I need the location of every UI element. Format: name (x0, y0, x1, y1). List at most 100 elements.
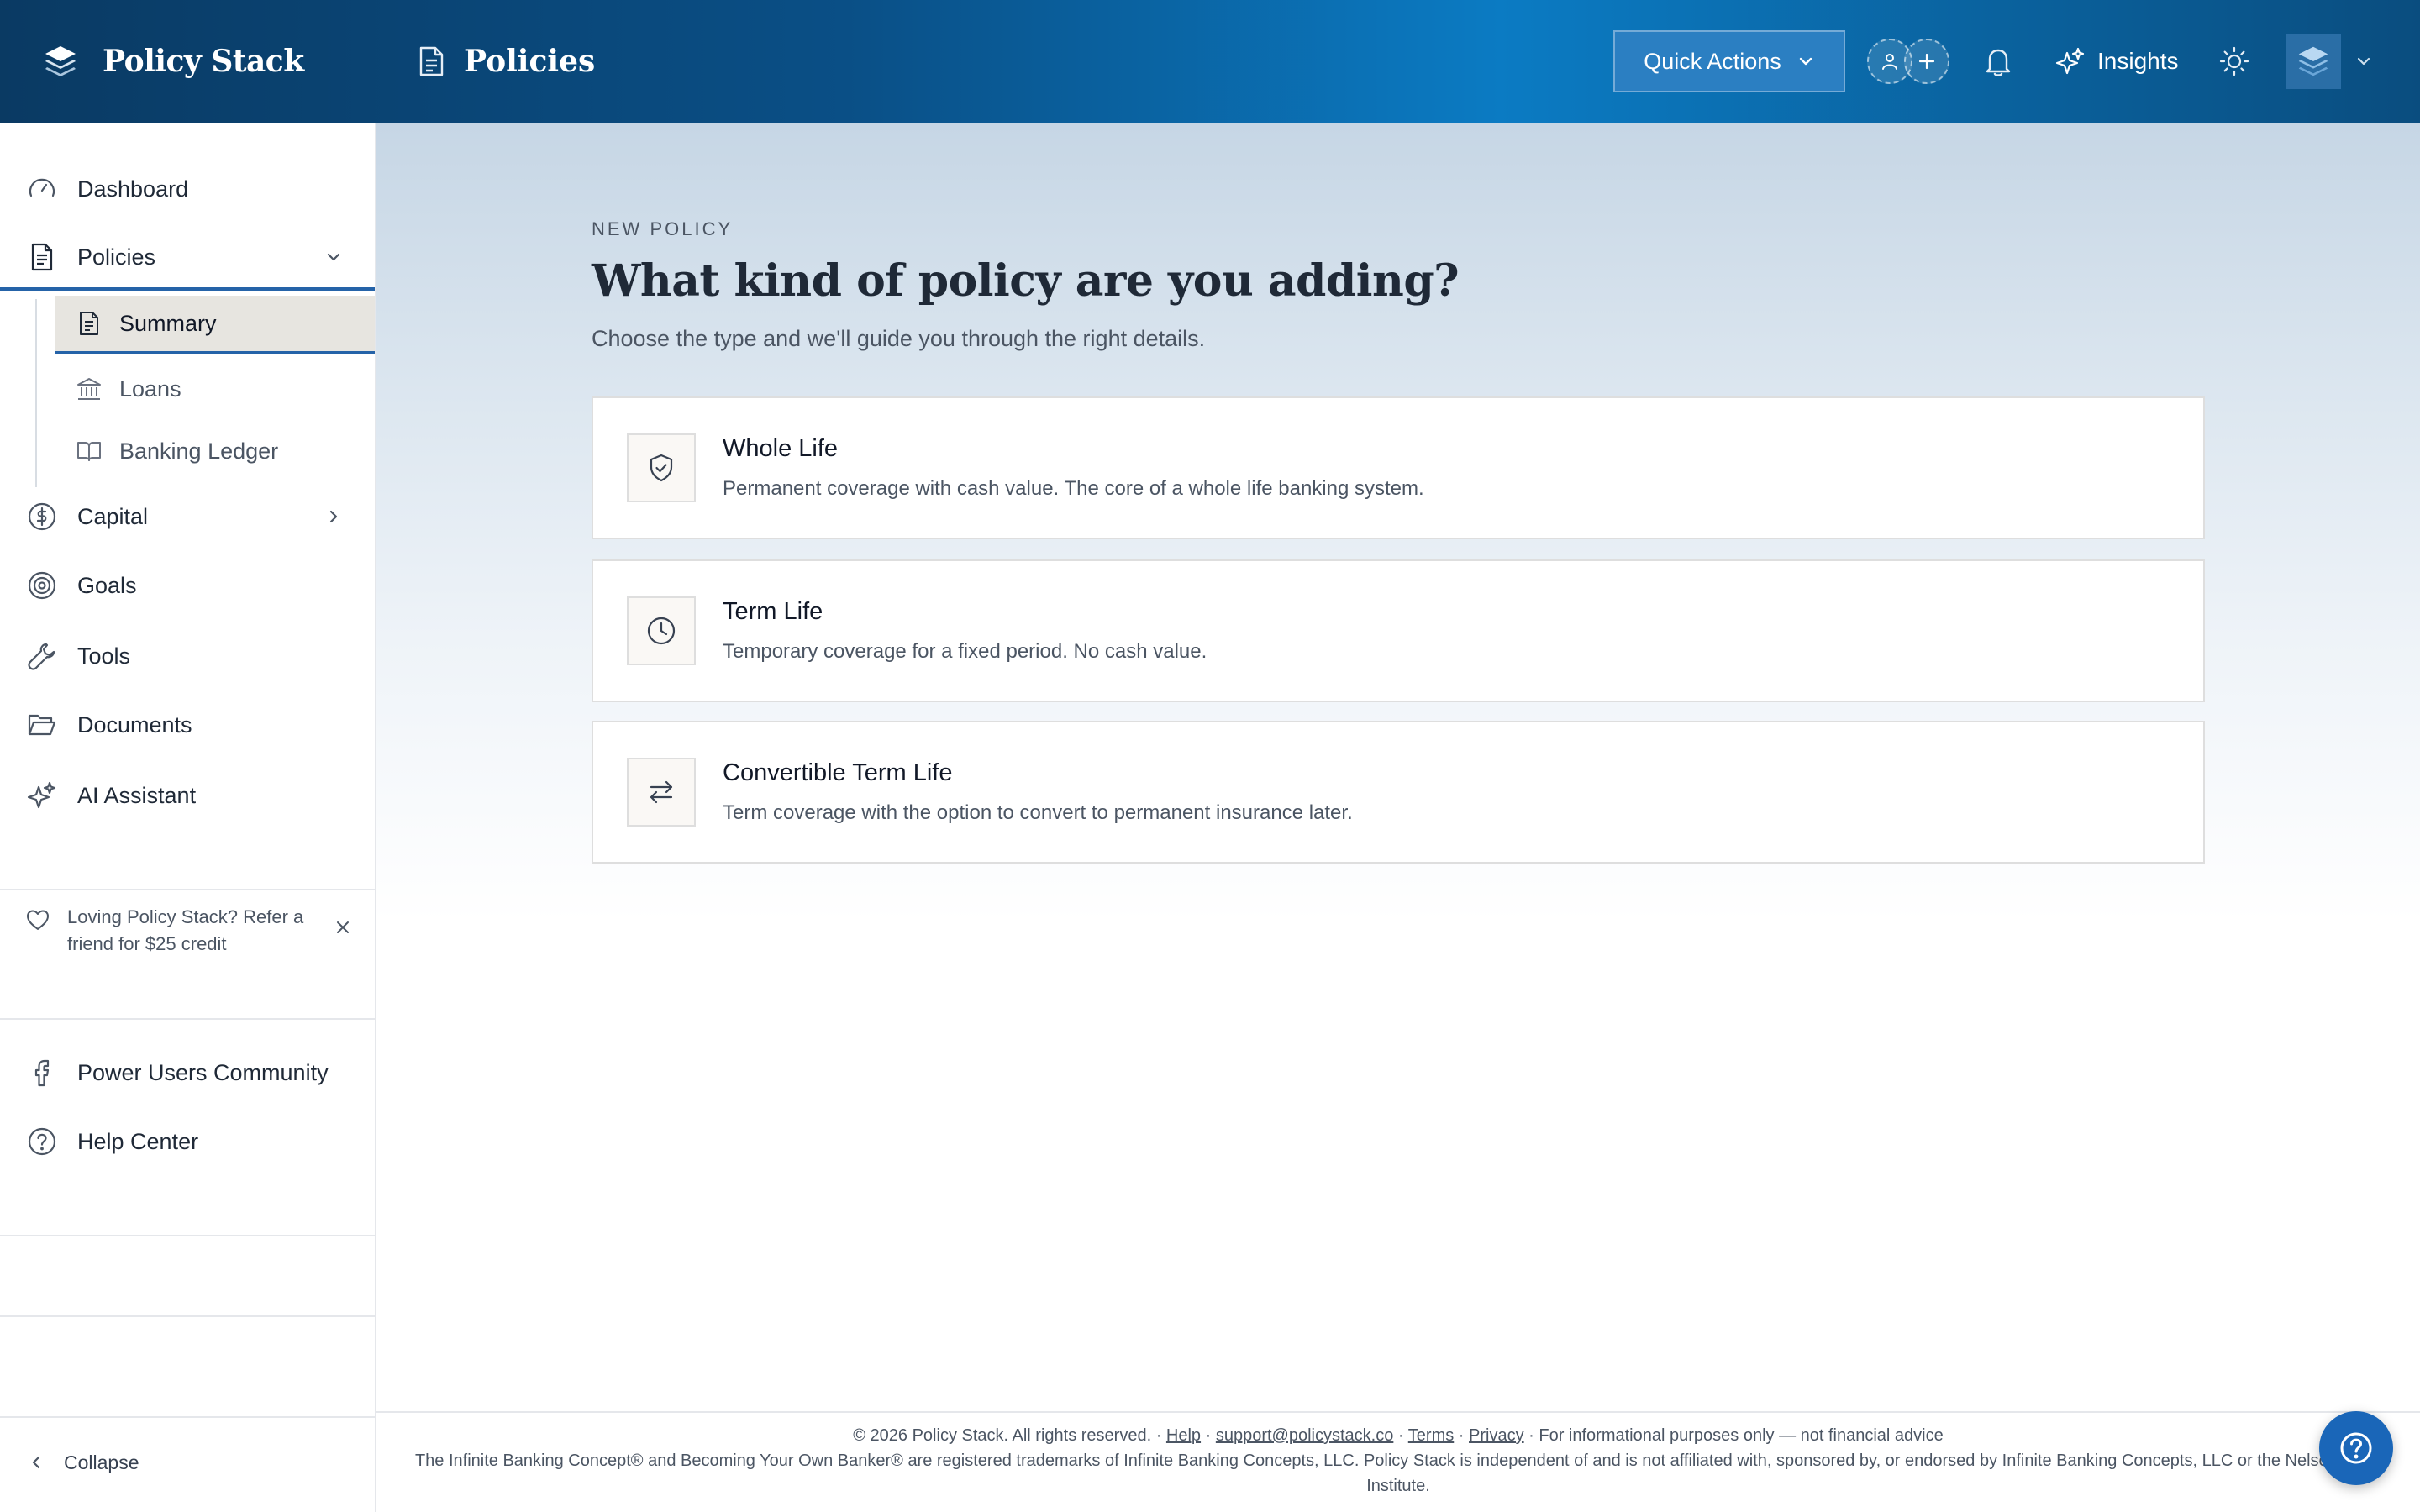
footer-copyright: © 2026 Policy Stack. All rights reserved… (853, 1426, 1162, 1445)
folder-open-icon (28, 714, 56, 736)
sidebar-item-help-center[interactable]: Help Center (0, 1112, 375, 1171)
document-icon (80, 312, 98, 335)
sidebar-item-label: Help Center (77, 1128, 199, 1154)
option-icon-box (627, 596, 696, 665)
sun-icon[interactable] (2218, 45, 2250, 77)
insights-button[interactable]: Insights (2055, 42, 2179, 81)
wrench-icon (28, 643, 55, 670)
invite-member-button[interactable] (1867, 39, 1949, 84)
footer-privacy-link[interactable]: Privacy (1469, 1426, 1524, 1445)
add-member-placeholder (1904, 39, 1949, 84)
sidebar-divider (0, 1416, 375, 1418)
option-title: Whole Life (723, 435, 839, 462)
sidebar-item-label: Capital (77, 503, 149, 529)
user-icon (1882, 54, 1897, 70)
option-description: Permanent coverage with cash value. The … (723, 477, 1424, 500)
sidebar-item-ai-assistant[interactable]: AI Assistant (0, 766, 375, 825)
sidebar-item-label: Dashboard (77, 176, 189, 202)
help-button[interactable] (2319, 1411, 2393, 1485)
brand[interactable]: Policy Stack (40, 37, 304, 86)
quick-actions-label: Quick Actions (1644, 48, 1781, 74)
sidebar-item-policies[interactable]: Policies (0, 227, 375, 291)
sidebar: Dashboard Policies Summary Loans Banking… (0, 123, 376, 1512)
gauge-icon (29, 178, 55, 197)
sidebar-divider (0, 1315, 375, 1317)
arrows-swap-icon (650, 780, 673, 804)
sidebar-item-capital[interactable]: Capital (0, 487, 375, 546)
chevron-down-icon (327, 253, 340, 261)
question-circle-icon (2340, 1432, 2372, 1464)
option-icon-box (627, 758, 696, 827)
sidebar-subitem-label: Banking Ledger (119, 438, 279, 464)
option-description: Temporary coverage for a fixed period. N… (723, 640, 1207, 663)
page-title: Policies (464, 44, 596, 79)
sidebar-item-label: Goals (77, 572, 137, 598)
referral-text: Loving Policy Stack? Refer a friend for … (67, 906, 304, 954)
footer-disclaimer: · For informational purposes only — not … (1528, 1426, 1944, 1445)
sidebar-item-label: Documents (77, 711, 192, 738)
policy-type-option-term-life[interactable]: Term Life Temporary coverage for a fixed… (592, 559, 2205, 702)
heart-icon (27, 910, 49, 930)
option-icon-box (627, 433, 696, 502)
sidebar-subitem-label: Loans (119, 375, 182, 402)
insights-label: Insights (2097, 48, 2179, 74)
sidebar-divider (0, 1235, 375, 1236)
footer-line-1: © 2026 Policy Stack. All rights reserved… (853, 1426, 1944, 1445)
footer-terms-link[interactable]: Terms (1408, 1426, 1454, 1445)
bank-icon (77, 378, 101, 400)
policy-type-option-whole-life[interactable]: Whole Life Permanent coverage with cash … (592, 396, 2205, 539)
close-icon[interactable] (333, 917, 353, 937)
footer: © 2026 Policy Stack. All rights reserved… (376, 1411, 2420, 1512)
bell-icon[interactable] (1983, 45, 2013, 77)
sidebar-subitem-loans[interactable]: Loans (55, 360, 375, 418)
sidebar-item-label: Policies (77, 244, 156, 270)
sidebar-divider (0, 1018, 375, 1020)
sidebar-subitem-label: Summary (119, 310, 217, 336)
footer-help-link[interactable]: Help (1166, 1426, 1201, 1445)
option-title: Term Life (723, 598, 823, 625)
collapse-label: Collapse (64, 1451, 139, 1473)
footer-email-link[interactable]: support@policystack.co (1216, 1426, 1394, 1445)
target-icon (28, 571, 56, 600)
sidebar-item-tools[interactable]: Tools (0, 627, 375, 685)
brand-name: Policy Stack (103, 44, 304, 79)
sidebar-item-power-users-community[interactable]: Power Users Community (0, 1043, 375, 1102)
top-bar: Policy Stack Policies Quick Actions Insi… (0, 0, 2420, 123)
referral-banner[interactable]: Loving Policy Stack? Refer a friend for … (25, 904, 353, 971)
document-icon (419, 46, 444, 76)
footer-trademark: The Infinite Banking Concept® and Becomi… (414, 1452, 2382, 1495)
main-content: NEW POLICY What kind of policy are you a… (376, 123, 2420, 1411)
account-menu[interactable] (2286, 34, 2373, 89)
sidebar-item-documents[interactable]: Documents (0, 696, 375, 754)
document-icon (31, 243, 53, 271)
clock-icon (647, 617, 676, 645)
chevron-down-icon (2357, 57, 2370, 66)
sidebar-divider (0, 889, 375, 890)
collapse-sidebar-button[interactable]: Collapse (27, 1441, 139, 1483)
quick-actions-button[interactable]: Quick Actions (1613, 30, 1845, 92)
sparkles-icon (2055, 47, 2085, 75)
chevron-left-icon (32, 1456, 40, 1469)
policy-stack-logo-icon (2298, 46, 2328, 76)
chevron-down-icon (1799, 57, 1812, 66)
book-open-icon (77, 442, 101, 461)
sidebar-subitem-banking-ledger[interactable]: Banking Ledger (55, 422, 375, 480)
option-title: Convertible Term Life (723, 759, 953, 786)
eyebrow-label: NEW POLICY (592, 218, 734, 239)
facebook-icon (34, 1059, 50, 1087)
option-description: Term coverage with the option to convert… (723, 801, 1353, 824)
avatar (2286, 34, 2341, 89)
sidebar-item-label: Tools (77, 643, 131, 669)
sidebar-item-label: Power Users Community (77, 1059, 329, 1085)
policy-stack-logo-icon (45, 46, 76, 76)
sidebar-subitem-summary[interactable]: Summary (55, 296, 375, 354)
sparkles-icon (27, 781, 56, 809)
sidebar-item-dashboard[interactable]: Dashboard (0, 160, 375, 218)
policy-type-option-convertible-term-life[interactable]: Convertible Term Life Term coverage with… (592, 721, 2205, 864)
sidebar-item-goals[interactable]: Goals (0, 556, 375, 615)
page-subheading: Choose the type and we'll guide you thro… (592, 326, 1206, 351)
plus-icon (1918, 53, 1935, 70)
chevron-right-icon (329, 510, 338, 523)
page-heading: What kind of policy are you adding? (592, 255, 1460, 307)
dollar-circle-icon (28, 502, 56, 531)
